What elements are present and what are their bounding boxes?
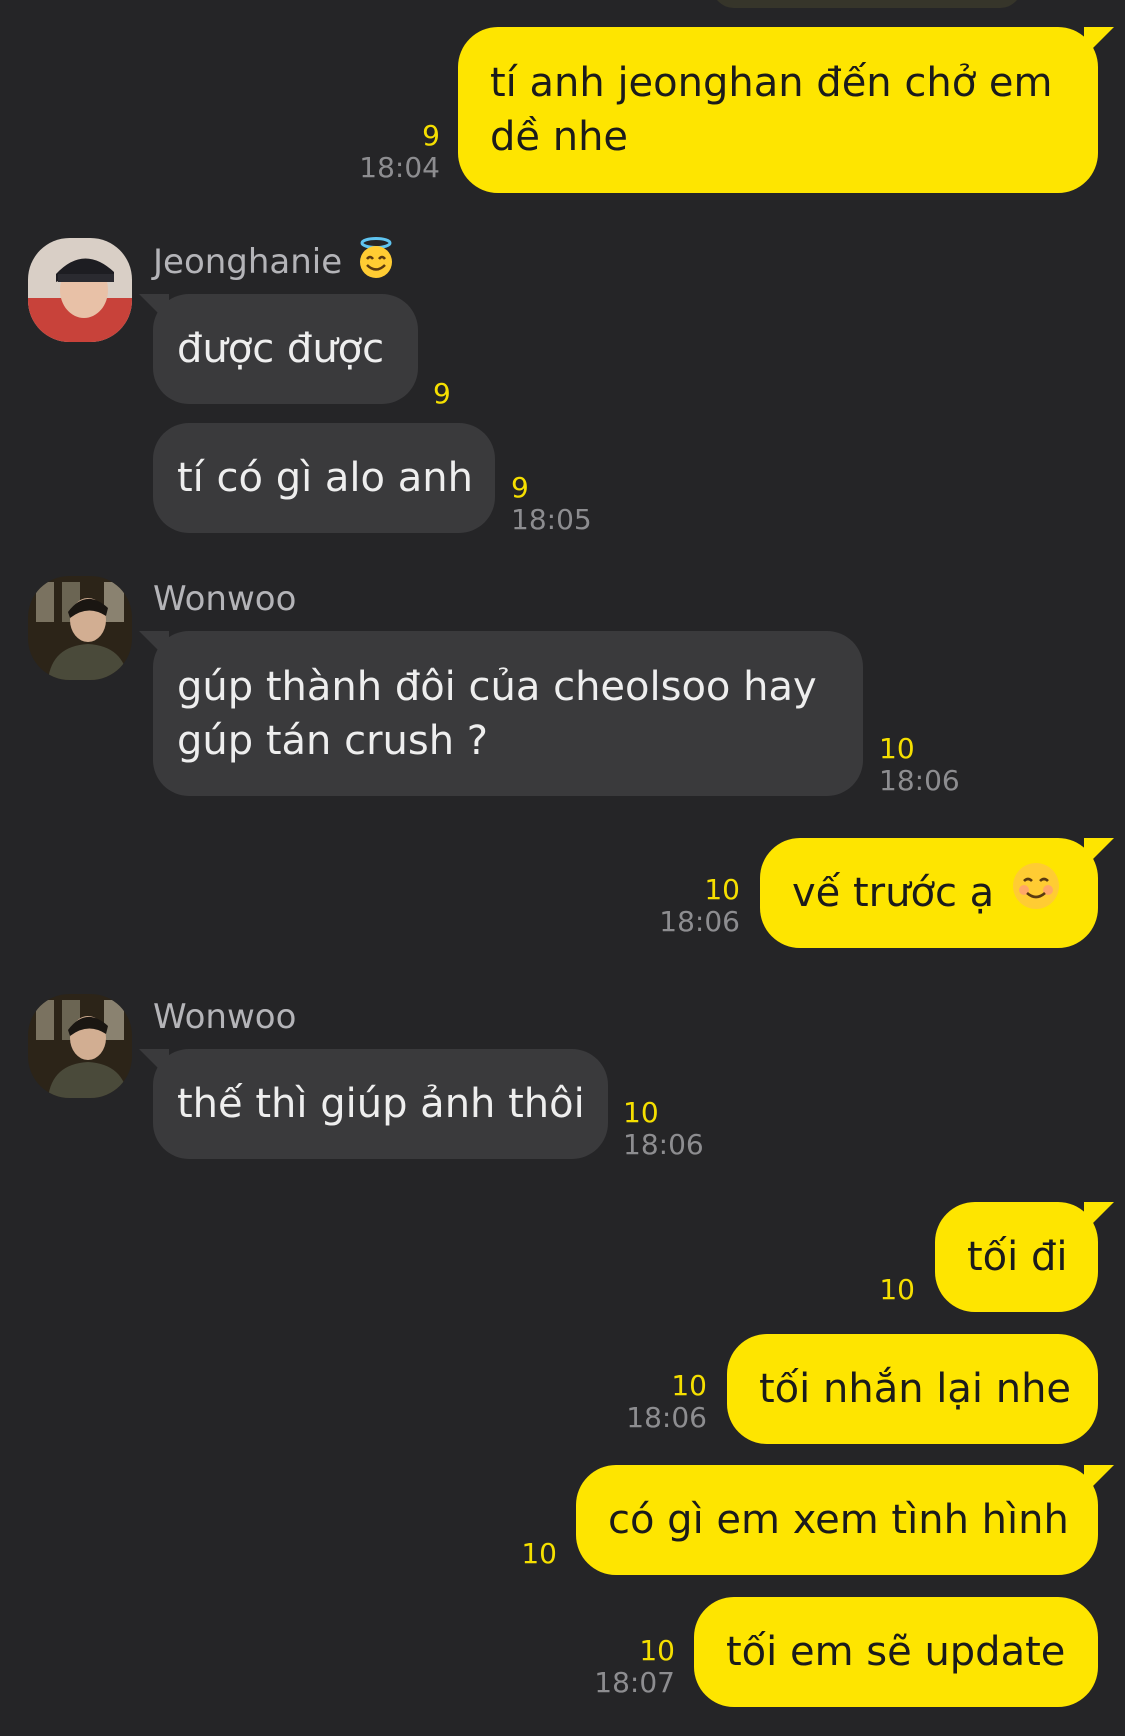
message-text: tối đi [967,1234,1068,1280]
outgoing-message-bubble[interactable]: tối nhắn lại nhe [727,1334,1098,1444]
message-meta: 10 18:07 [594,1635,675,1699]
message-meta: 10 18:06 [879,733,960,797]
incoming-message-bubble[interactable]: thế thì giúp ảnh thôi [139,1049,608,1159]
bubble-tail [1084,1202,1114,1232]
outgoing-message-bubble[interactable]: tối em sẽ update [694,1597,1098,1707]
bubble-tail [139,294,169,324]
message-meta: 9 18:04 [359,120,440,184]
sender-name-text: Wonwoo [153,579,297,619]
unread-count: 9 [433,377,451,410]
outgoing-message-bubble[interactable]: tí anh jeonghan đến chở em dề nhe [458,27,1114,193]
message-meta: 10 [521,1538,557,1570]
unread-count: 10 [879,1273,915,1306]
outgoing-message-bubble[interactable]: có gì em xem tình hình [576,1465,1114,1575]
outgoing-message-bubble[interactable]: tối đi [935,1202,1114,1312]
sender-name: Jeonghanie [153,236,398,288]
message-text: có gì em xem tình hình [608,1497,1069,1543]
bubble-tail [1084,1465,1114,1495]
unread-count: 10 [623,1096,659,1129]
outgoing-message-bubble[interactable]: vế trước ạ [760,838,1114,948]
incoming-message-bubble[interactable]: tí có gì alo anh [153,423,495,533]
unread-count: 10 [704,873,740,906]
incoming-message-bubble[interactable]: gúp thành đôi của cheolsoo hay gúp tán c… [139,631,863,796]
timestamp: 18:04 [359,151,440,184]
message-meta: 10 18:06 [659,874,740,938]
sender-name-text: Jeonghanie [153,242,343,282]
unread-count: 9 [422,119,440,152]
message-text: tối em sẽ update [726,1629,1066,1675]
timestamp: 18:06 [879,764,960,797]
avatar-wonwoo[interactable] [28,994,132,1098]
incoming-message-bubble[interactable]: được được [139,294,418,404]
timestamp: 18:06 [626,1401,707,1434]
bubble-tail [1084,27,1114,57]
message-text: thế thì giúp ảnh thôi [177,1081,585,1127]
sender-name-text: Wonwoo [153,997,297,1037]
bubble-tail [139,1049,169,1079]
timestamp: 18:05 [511,503,592,536]
sender-name: Wonwoo [153,576,296,622]
message-text: tí anh jeonghan đến chở em dề nhe [490,60,1053,160]
smiling-face-icon [1010,860,1062,926]
unread-count: 10 [671,1369,707,1402]
unread-count: 10 [521,1537,557,1570]
avatar-wonwoo[interactable] [28,576,132,680]
message-text: vế trước ạ [792,870,995,916]
message-text: tối nhắn lại nhe [759,1366,1072,1412]
unread-count: 9 [511,471,529,504]
timestamp: 18:07 [594,1666,675,1699]
message-meta: 9 18:05 [511,472,592,536]
message-meta: 10 [879,1274,915,1306]
sender-name: Wonwoo [153,994,296,1040]
message-meta: 10 18:06 [626,1370,707,1434]
message-meta: 10 18:06 [623,1097,704,1161]
bubble-tail [1084,838,1114,868]
smiling-face-with-halo-icon [354,236,398,289]
timestamp: 18:06 [623,1128,704,1161]
message-text: tí có gì alo anh [177,455,473,501]
message-text: được được [177,326,385,372]
avatar-jeonghanie[interactable] [28,238,132,342]
bubble-tail [139,631,169,661]
unread-count: 10 [879,732,915,765]
message-meta: 9 [433,378,451,410]
message-text: gúp thành đôi của cheolsoo hay gúp tán c… [177,663,817,764]
timestamp: 18:06 [659,905,740,938]
unread-count: 10 [639,1634,675,1667]
previous-message-edge [712,0,1022,8]
